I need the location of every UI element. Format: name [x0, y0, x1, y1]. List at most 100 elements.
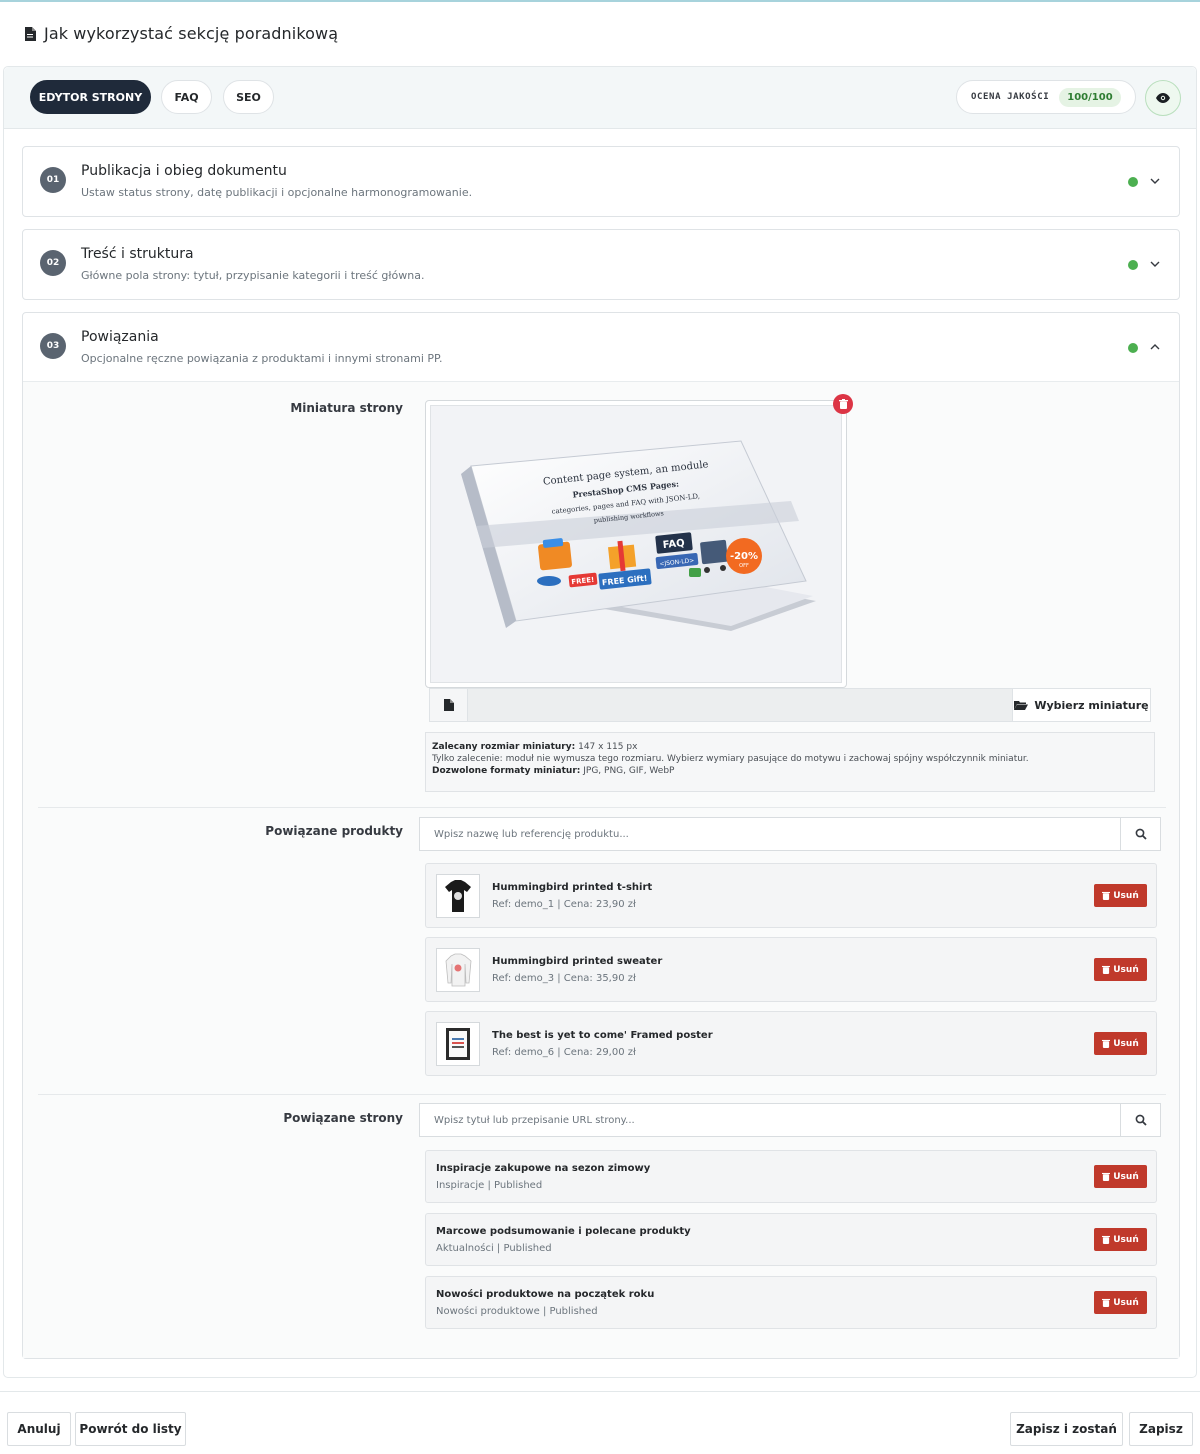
hint-note: Tylko zalecenie: moduł nie wymusza tego … — [432, 754, 1029, 764]
thumbnail-preview: Content page system, an module PrestaSho… — [425, 400, 847, 688]
preview-button[interactable] — [1145, 80, 1181, 116]
section-header[interactable]: 03 Powiązania Opcjonalne ręczne powiązan… — [23, 313, 1179, 381]
page-name: Marcowe podsumowanie i polecane produkty — [436, 1226, 691, 1237]
product-search-button[interactable] — [1120, 818, 1160, 850]
status-ok-indicator — [1128, 343, 1138, 353]
page-name: Nowości produktowe na początek roku — [436, 1289, 655, 1300]
off-badge: OFF — [739, 563, 749, 569]
product-thumbnail — [436, 1022, 480, 1066]
section-header[interactable]: 02 Treść i struktura Główne pola strony:… — [23, 230, 1179, 298]
section-description: Ustaw status strony, datę publikacji i o… — [81, 186, 473, 199]
footer-divider — [0, 1391, 1200, 1392]
tab-page-editor[interactable]: EDYTOR STRONY — [30, 80, 151, 114]
choose-thumbnail-button[interactable]: Wybierz miniaturę — [1012, 689, 1150, 721]
product-thumbnail — [436, 874, 480, 918]
related-product-item: Hummingbird printed t-shirt Ref: demo_1 … — [425, 863, 1157, 928]
related-page-item: Marcowe podsumowanie i polecane produkty… — [425, 1213, 1157, 1266]
remove-label: Usuń — [1113, 1171, 1139, 1182]
choose-thumbnail-label: Wybierz miniaturę — [1034, 698, 1149, 712]
thumbnail-artwork: Content page system, an module PrestaSho… — [461, 440, 816, 631]
divider — [38, 807, 1166, 808]
related-product-item: Hummingbird printed sweater Ref: demo_3 … — [425, 937, 1157, 1002]
product-meta: Ref: demo_6 | Cena: 29,00 zł — [492, 1047, 636, 1058]
trash-icon — [838, 399, 848, 409]
chevron-up-icon[interactable] — [1148, 340, 1162, 354]
remove-button[interactable]: Usuń — [1094, 958, 1147, 981]
section-body: Miniatura strony Content page system, an… — [23, 381, 1179, 1358]
section-number: 03 — [40, 333, 66, 359]
product-thumbnail — [436, 948, 480, 992]
section-title: Powiązania — [81, 329, 159, 345]
product-search-input[interactable] — [420, 818, 1120, 850]
quality-score-badge: OCENA JAKOŚCI 100/100 — [956, 80, 1136, 114]
product-name: The best is yet to come' Framed poster — [492, 1030, 713, 1041]
quality-label: OCENA JAKOŚCI — [971, 92, 1050, 102]
page-search — [419, 1103, 1161, 1137]
delete-thumbnail-button[interactable] — [833, 394, 853, 414]
remove-label: Usuń — [1113, 1234, 1139, 1245]
trash-icon — [1102, 965, 1111, 974]
section-number: 01 — [40, 167, 66, 193]
page-name: Inspiracje zakupowe na sezon zimowy — [436, 1163, 651, 1174]
trash-icon — [1102, 1172, 1111, 1181]
hint-size-label: Zalecany rozmiar miniatury: — [432, 742, 576, 752]
eye-icon — [1156, 93, 1170, 103]
remove-label: Usuń — [1113, 890, 1139, 901]
thumbnail-label: Miniatura strony — [290, 401, 403, 415]
tab-seo[interactable]: SEO — [223, 80, 274, 114]
product-meta: Ref: demo_3 | Cena: 35,90 zł — [492, 973, 636, 984]
related-product-item: The best is yet to come' Framed poster R… — [425, 1011, 1157, 1076]
product-name: Hummingbird printed t-shirt — [492, 882, 653, 893]
search-icon — [1135, 828, 1147, 840]
remove-label: Usuń — [1113, 1297, 1139, 1308]
thumbnail-file-picker: Wybierz miniaturę — [429, 688, 1151, 722]
document-icon — [25, 26, 36, 41]
related-page-item: Nowości produktowe na początek roku Nowo… — [425, 1276, 1157, 1329]
status-ok-indicator — [1128, 177, 1138, 187]
hint-formats-label: Dozwolone formaty miniatur: — [432, 766, 581, 776]
divider — [38, 1094, 1166, 1095]
remove-button[interactable]: Usuń — [1094, 1165, 1147, 1188]
chevron-down-icon[interactable] — [1148, 257, 1162, 271]
section-number: 02 — [40, 250, 66, 276]
page-meta: Aktualności | Published — [436, 1243, 552, 1254]
remove-label: Usuń — [1113, 964, 1139, 975]
save-and-stay-button[interactable]: Zapisz i zostań — [1010, 1412, 1123, 1446]
product-meta: Ref: demo_1 | Cena: 23,90 zł — [492, 899, 636, 910]
status-ok-indicator — [1128, 260, 1138, 270]
related-pages-label: Powiązane strony — [283, 1111, 403, 1125]
folder-open-icon — [1014, 701, 1029, 710]
thumbnail-image: Content page system, an module PrestaSho… — [430, 405, 842, 683]
section-description: Opcjonalne ręczne powiązania z produktam… — [81, 352, 443, 365]
page-meta: Nowości produktowe | Published — [436, 1306, 598, 1317]
trash-icon — [1102, 1298, 1111, 1307]
discount-badge: -20% — [730, 551, 758, 562]
save-button[interactable]: Zapisz — [1129, 1412, 1193, 1446]
chevron-down-icon[interactable] — [1148, 174, 1162, 188]
related-page-item: Inspiracje zakupowe na sezon zimowy Insp… — [425, 1150, 1157, 1203]
file-name-field[interactable] — [468, 689, 1012, 721]
section-relations: 03 Powiązania Opcjonalne ręczne powiązan… — [22, 312, 1180, 1359]
remove-button[interactable]: Usuń — [1094, 1228, 1147, 1251]
page-header: Jak wykorzystać sekcję poradnikową — [24, 24, 338, 43]
page-meta: Inspiracje | Published — [436, 1180, 543, 1191]
back-to-list-button[interactable]: Powrót do listy — [75, 1412, 186, 1446]
page-search-button[interactable] — [1120, 1104, 1160, 1136]
quality-score: 100/100 — [1059, 87, 1121, 107]
tab-faq[interactable]: FAQ — [161, 80, 212, 114]
editor-toolbar: EDYTOR STRONY FAQ SEO OCENA JAKOŚCI 100/… — [4, 67, 1196, 129]
remove-button[interactable]: Usuń — [1094, 1291, 1147, 1314]
top-accent-line — [0, 0, 1200, 2]
search-icon — [1135, 1114, 1147, 1126]
product-search — [419, 817, 1161, 851]
cancel-button[interactable]: Anuluj — [7, 1412, 71, 1446]
trash-icon — [1102, 1235, 1111, 1244]
faq-badge: FAQ — [662, 538, 685, 551]
section-content: 02 Treść i struktura Główne pola strony:… — [22, 229, 1180, 300]
remove-button[interactable]: Usuń — [1094, 884, 1147, 907]
remove-button[interactable]: Usuń — [1094, 1032, 1147, 1055]
section-header[interactable]: 01 Publikacja i obieg dokumentu Ustaw st… — [23, 147, 1179, 215]
page-search-input[interactable] — [420, 1104, 1120, 1136]
trash-icon — [1102, 1039, 1111, 1048]
file-icon — [430, 689, 468, 721]
